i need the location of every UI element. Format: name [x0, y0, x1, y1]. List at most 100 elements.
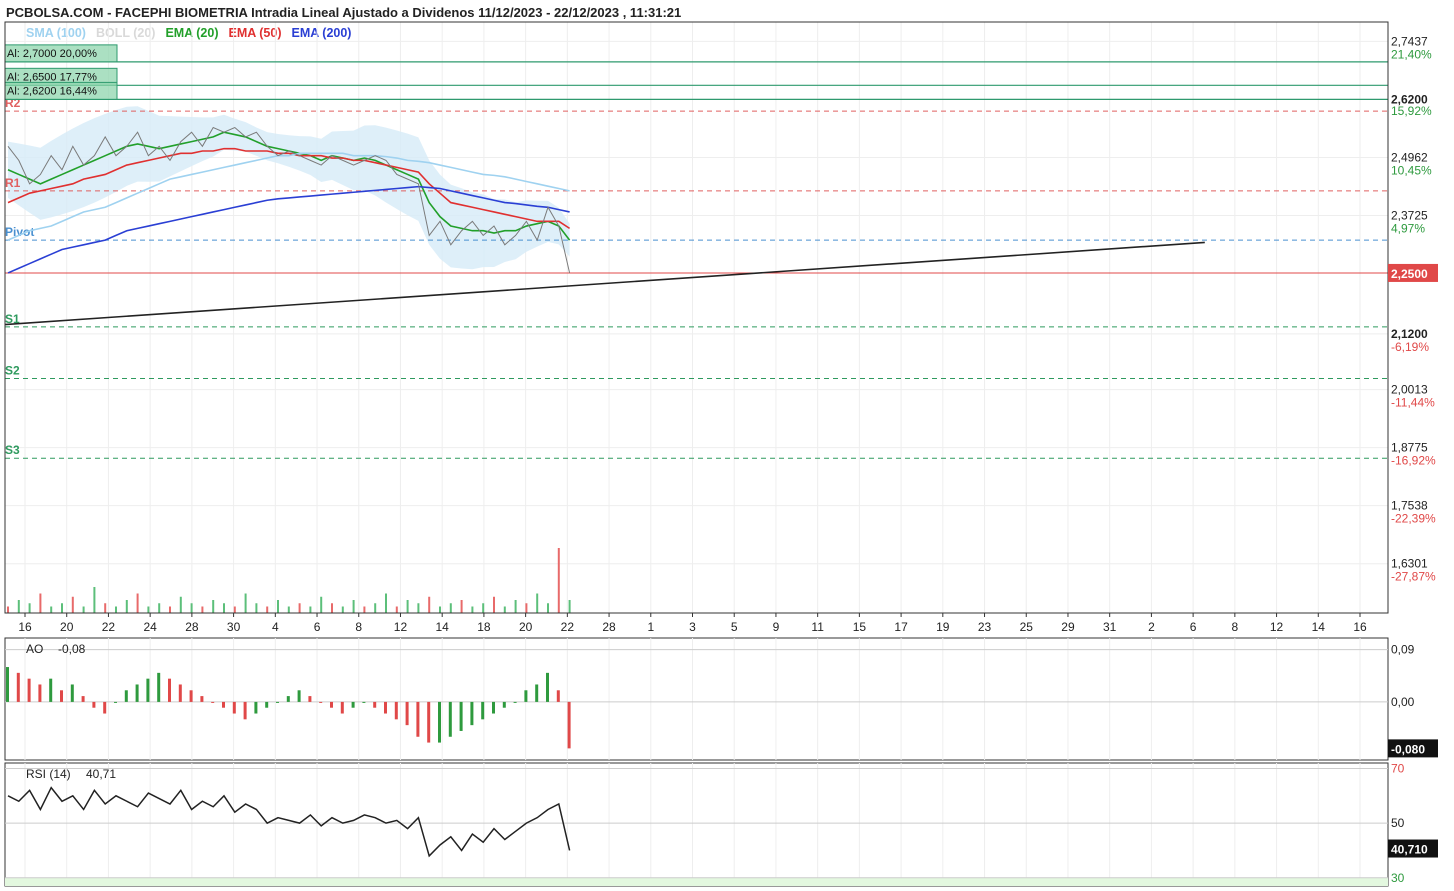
x-tick-label: 11 — [811, 620, 824, 634]
volume-bars — [7, 548, 571, 613]
volume-bar — [277, 600, 279, 613]
ao-bar — [146, 678, 150, 702]
x-tick-label: 20 — [519, 620, 533, 634]
ao-bar — [200, 696, 204, 702]
x-tick-label: 14 — [436, 620, 450, 634]
percent-tick-label: 21,40% — [1391, 47, 1432, 61]
volume-bar — [406, 600, 409, 613]
volume-bar — [449, 603, 452, 613]
ao-bar — [470, 701, 474, 726]
ao-bar — [427, 701, 431, 743]
x-tick-label: 28 — [185, 620, 199, 634]
x-tick-label: 28 — [602, 620, 616, 634]
price-chart[interactable]: R2R1PivotS1S2S3 Al: 2,7000 20,00%Al: 2,6… — [0, 0, 1454, 891]
x-tick-label: 20 — [60, 620, 74, 634]
ao-bar — [103, 701, 107, 714]
volume-bar — [287, 606, 290, 613]
volume-bar — [331, 603, 333, 613]
trendline — [4, 241, 1205, 326]
volume-bar — [7, 606, 9, 613]
alert-lines: Al: 2,7000 20,00% Al: 2,6500 17,77% Al: 2,… — [4, 44, 1388, 274]
volume-bar — [201, 606, 204, 613]
volume-bar — [503, 606, 506, 613]
ao-bar — [60, 690, 63, 702]
volume-bar — [136, 593, 139, 613]
ao-bar — [351, 701, 355, 708]
ao-bar — [513, 701, 517, 703]
ao-bar — [416, 701, 420, 737]
ao-bar — [168, 678, 171, 702]
x-tick-label: 31 — [1103, 620, 1117, 634]
volume-bar — [363, 606, 366, 613]
ao-bar — [286, 696, 290, 702]
x-tick-label: 24 — [143, 620, 157, 634]
x-tick-label: 14 — [1312, 620, 1326, 634]
ao-bar — [135, 684, 139, 702]
percent-tick-label: 4,97% — [1391, 221, 1425, 235]
oscillator-tick-label: 0,09 — [1391, 643, 1415, 657]
ao-bar — [373, 701, 377, 708]
volume-bar — [547, 603, 549, 613]
percent-tick-label: -11,44% — [1391, 396, 1435, 410]
volume-bar — [125, 600, 128, 613]
oscillator-tick-label: 50 — [1391, 816, 1405, 830]
ao-bar — [276, 701, 279, 703]
volume-bar — [428, 596, 431, 613]
oscillator-tick-label: 0,00 — [1391, 695, 1415, 709]
x-tick-label: 8 — [1232, 620, 1239, 634]
oscillator-current-label: -0,080 — [1391, 742, 1425, 756]
ao-bar — [124, 690, 128, 702]
volume-bar — [266, 606, 269, 613]
volume-bar — [212, 600, 215, 613]
volume-bar — [255, 603, 258, 613]
ao-bar — [459, 701, 463, 731]
ao-bar — [27, 678, 31, 702]
volume-bar — [93, 587, 96, 613]
x-tick-label: 6 — [314, 620, 321, 634]
x-tick-label: 2 — [1148, 620, 1155, 634]
ao-bar — [157, 672, 161, 702]
price-tick-label: 1,8775 — [1391, 441, 1428, 455]
volume-bar — [417, 603, 420, 613]
alert-label: Al: 2,6500 17,77% — [7, 71, 97, 83]
x-tick-label: 8 — [355, 620, 362, 634]
ao-bar — [340, 701, 344, 714]
volume-bar — [169, 606, 171, 613]
ao-bar — [438, 701, 441, 743]
x-tick-label: 6 — [1190, 620, 1197, 634]
alert-label: Al: 2,6200 16,44% — [7, 85, 97, 97]
x-tick-label: 12 — [1270, 620, 1284, 634]
x-tick-label: 9 — [773, 620, 780, 634]
volume-bar — [493, 596, 495, 613]
ao-bar — [384, 701, 387, 714]
volume-bar — [320, 596, 323, 613]
price-tick-label: 2,1200 — [1391, 327, 1428, 341]
oscillator-current-label: 40,710 — [1391, 843, 1428, 857]
x-tick-label: 4 — [272, 620, 279, 634]
ao-bar — [38, 684, 42, 702]
price-tick-label: 2,4962 — [1391, 150, 1428, 164]
ao-bar — [297, 690, 301, 702]
ao-bar — [211, 701, 215, 703]
volume-bar — [244, 593, 247, 613]
ao-bar — [535, 684, 539, 702]
oscillator-frame — [4, 762, 1389, 887]
bollinger-band — [8, 106, 570, 270]
volume-bar — [39, 593, 42, 613]
volume-bar — [439, 606, 441, 613]
oscillator-name: AO — [26, 642, 43, 656]
pivot-label-s3: S3 — [5, 443, 20, 457]
ao-bar — [492, 701, 495, 714]
ao-bar — [70, 684, 74, 702]
volume-bar — [147, 606, 150, 613]
price-tick-label: 1,6301 — [1391, 557, 1428, 571]
percent-tick-label: -6,19% — [1391, 340, 1429, 354]
volume-bar — [341, 606, 344, 613]
volume-bar — [374, 603, 377, 613]
oscillator-value: 40,71 — [86, 767, 116, 781]
ao-bar — [222, 701, 225, 708]
oscillator-tick-label: 30 — [1391, 871, 1405, 885]
ao-bar — [481, 701, 485, 720]
volume-bar — [482, 603, 485, 613]
rsi-oversold-zone — [5, 877, 1388, 886]
